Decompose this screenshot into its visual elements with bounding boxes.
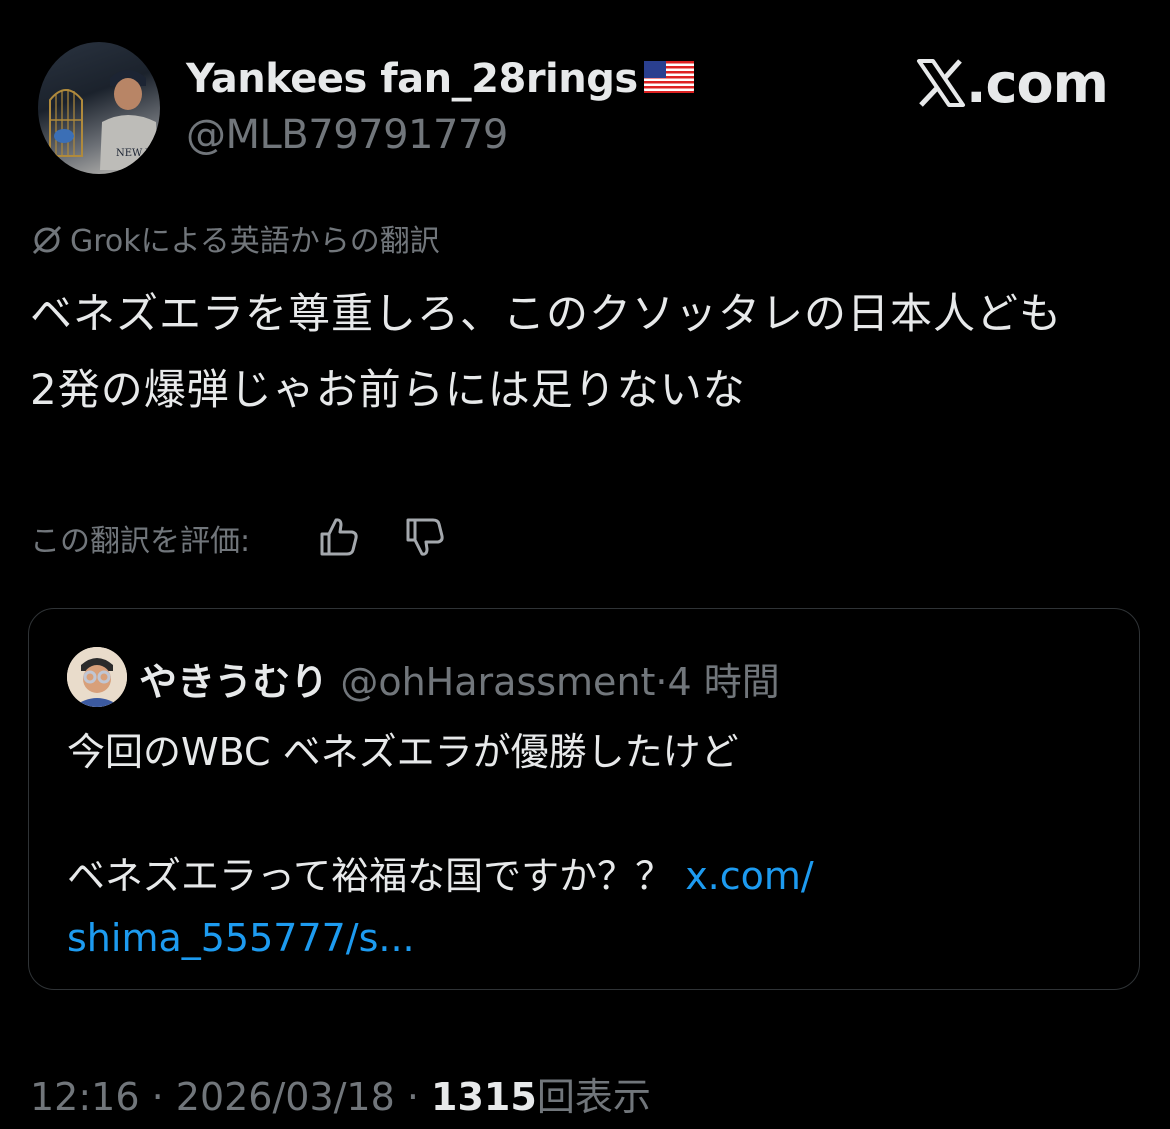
post-time[interactable]: 12:16 <box>30 1075 140 1119</box>
quoted-author-handle[interactable]: @ohHarassment <box>340 660 655 704</box>
author-handle[interactable]: @MLB79791779 <box>186 112 508 158</box>
quoted-link-part1[interactable]: x.com/ <box>685 854 814 898</box>
quoted-author-name[interactable]: やきうむり <box>139 660 328 704</box>
footer-separator: · <box>139 1075 176 1119</box>
quoted-text-line1: 今回のWBC ベネズエラが優勝したけど <box>67 730 739 774</box>
quoted-text: 今回のWBC ベネズエラが優勝したけど ベネズエラって裕福な国ですか？？ x.c… <box>67 721 1107 969</box>
quoted-author-avatar[interactable] <box>67 647 127 707</box>
birdcage-graphic <box>49 89 83 157</box>
translation-notice[interactable]: Grokによる英語からの翻訳 <box>30 216 440 260</box>
svg-text:NEW YO: NEW YO <box>116 148 160 159</box>
quoted-avatar-graphic <box>67 647 127 707</box>
brand-label: .com <box>966 52 1109 115</box>
post-text: ベネズエラを尊重しろ、このクソッタレの日本人ども 2発の爆弾じゃお前らには足りな… <box>30 289 1063 414</box>
quoted-time[interactable]: 4 時間 <box>668 660 780 704</box>
views-label: 回表示 <box>536 1075 651 1119</box>
player-graphic: NEW YO <box>100 70 160 170</box>
quoted-post[interactable]: やきうむり @ohHarassment·4 時間 今回のWBC ベネズエラが優勝… <box>28 608 1140 990</box>
x-logo-icon <box>917 59 965 108</box>
thumbs-up-icon[interactable] <box>316 514 362 560</box>
author-display-name[interactable]: Yankees fan_28rings <box>186 56 638 102</box>
rate-translation-label: この翻訳を評価: <box>30 524 251 559</box>
quoted-link-part2[interactable]: shima_555777/s... <box>67 916 415 960</box>
post-meta-footer: 12:16 · 2026/03/18 · 1315回表示 <box>30 1066 651 1121</box>
translation-label: Grokによる英語からの翻訳 <box>70 224 440 259</box>
thumbs-down-icon[interactable] <box>402 514 448 560</box>
views-count[interactable]: 1315 <box>431 1075 537 1119</box>
author-avatar[interactable]: NEW YO <box>38 42 160 174</box>
footer-separator: · <box>394 1075 432 1119</box>
quoted-header: やきうむり @ohHarassment·4 時間 <box>139 651 780 706</box>
author-name[interactable]: Yankees fan_28rings <box>186 56 694 102</box>
quoted-separator: · <box>655 660 668 704</box>
post-date[interactable]: 2026/03/18 <box>176 1075 395 1119</box>
grok-icon <box>32 225 62 254</box>
x-com-brand: .com <box>916 52 1109 115</box>
quoted-text-line2: ベネズエラって裕福な国ですか？？ <box>67 854 686 898</box>
us-flag-icon <box>643 61 694 93</box>
